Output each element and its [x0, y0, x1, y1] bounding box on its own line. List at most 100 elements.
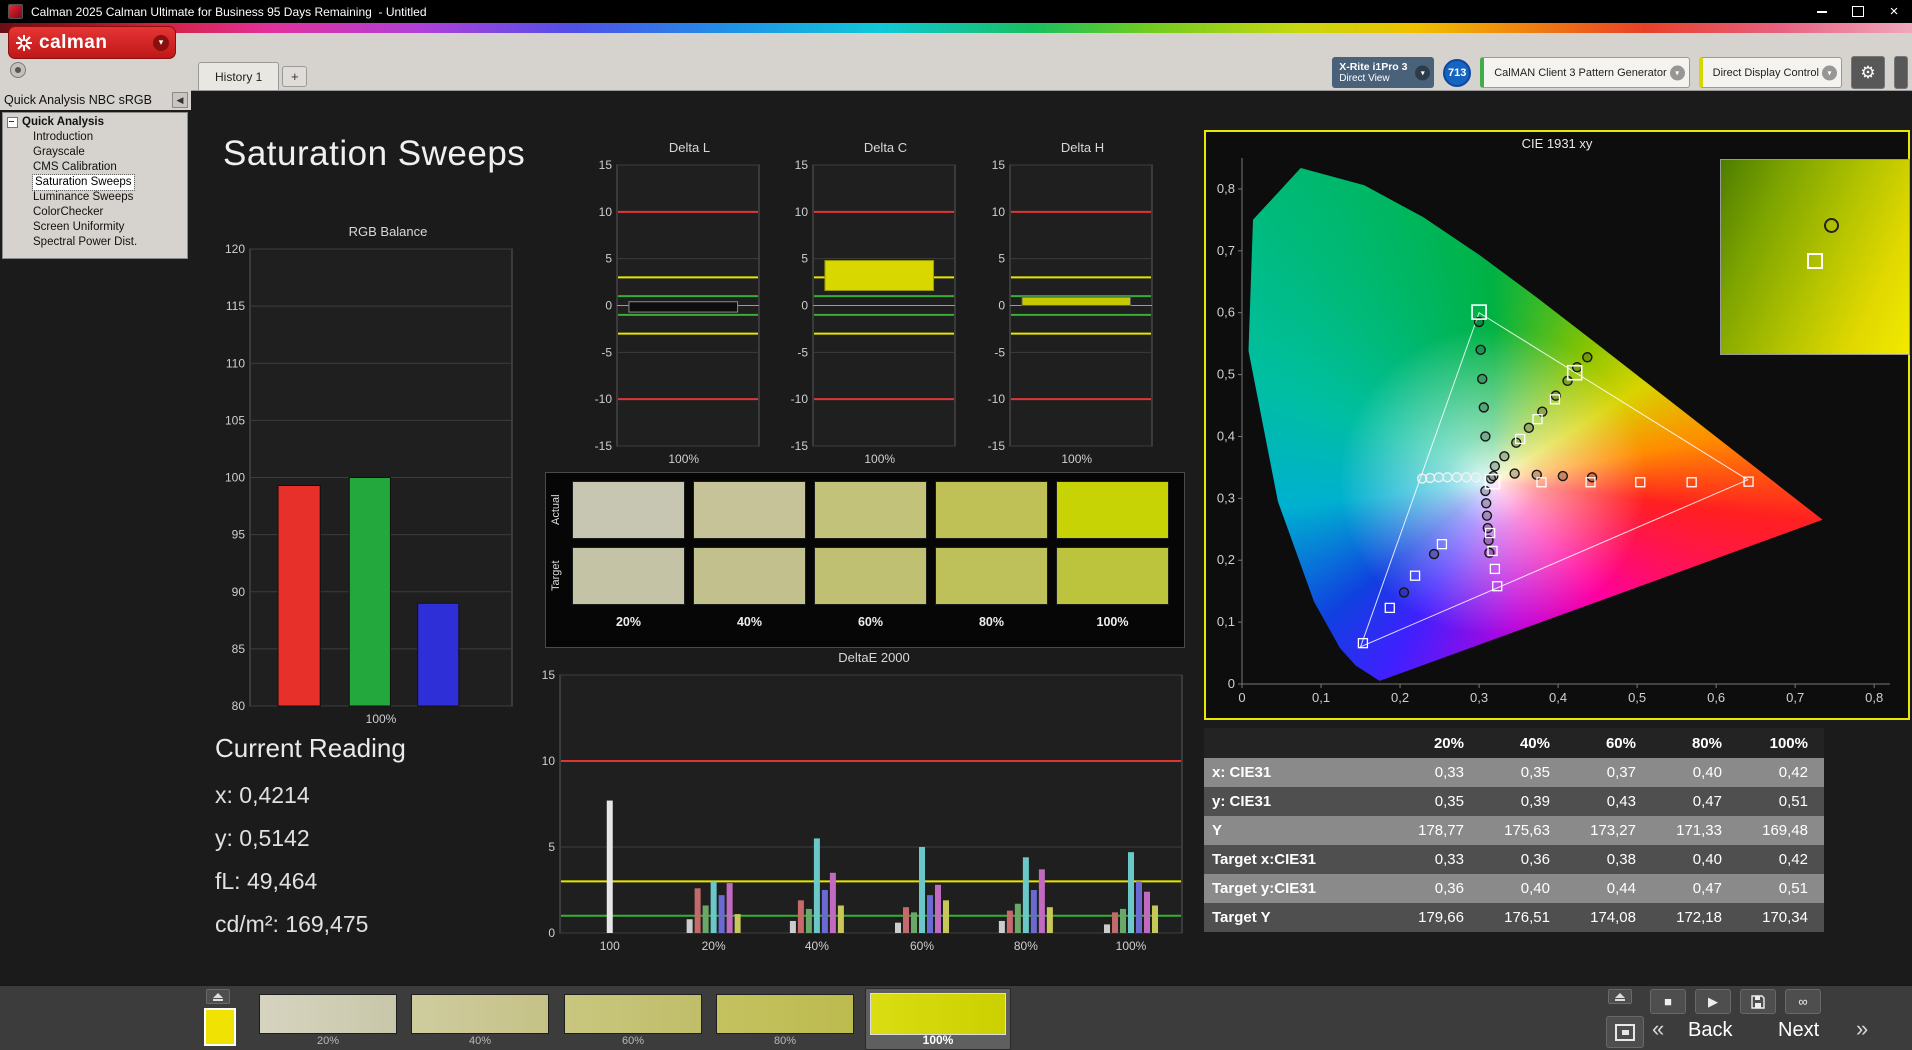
calman-logo-button[interactable]: calman ▾ [8, 26, 176, 59]
svg-text:-5: -5 [994, 345, 1005, 359]
save-button[interactable] [1740, 989, 1776, 1014]
sidebar-item-label: Screen Uniformity [33, 221, 125, 233]
patch-button-40%[interactable]: 40% [407, 992, 553, 1048]
sidebar-item-saturation-sweeps[interactable]: Saturation Sweeps [3, 174, 187, 191]
table-row-label: Target y:CIE31 [1212, 880, 1316, 897]
sidebar-collapse-button[interactable]: ◀ [172, 92, 188, 108]
maximize-icon [1852, 6, 1864, 17]
rgb-balance-chart: RGB Balance 80 85 90 95 100 105 110 115 120 100% [214, 224, 526, 735]
panel-edge-button[interactable] [1894, 56, 1908, 89]
swatch-actual-100% [1056, 481, 1169, 539]
swatch-column-label: 40% [736, 615, 763, 629]
sidebar-item-luminance-sweeps[interactable]: Luminance Sweeps [3, 190, 187, 205]
svg-text:0,3: 0,3 [1470, 690, 1488, 705]
back-arrow-button[interactable]: « [1652, 1016, 1664, 1042]
swatch-row-label-actual: Actual [550, 494, 562, 526]
save-icon [1751, 994, 1765, 1009]
patch-button-100%[interactable]: 100% [865, 988, 1011, 1050]
svg-text:0,6: 0,6 [1217, 305, 1235, 320]
svg-text:100: 100 [225, 471, 245, 485]
sidebar-item-label: Luminance Sweeps [33, 191, 134, 203]
view-options-button[interactable] [10, 62, 26, 78]
patch-button-20%[interactable]: 20% [255, 992, 401, 1048]
meter-reading-badge[interactable]: 713 [1443, 58, 1472, 87]
patch-options-right-button[interactable] [1608, 989, 1632, 1004]
swatch-actual-60% [814, 481, 927, 539]
logo-dropdown-icon[interactable]: ▾ [153, 34, 169, 51]
delta-l-title: Delta L [668, 140, 711, 155]
display-control-label: Direct Display Control [1712, 66, 1819, 79]
svg-text:0,6: 0,6 [1707, 690, 1725, 705]
next-button[interactable]: Next [1778, 1019, 1819, 1042]
stop-icon: ■ [1664, 994, 1672, 1009]
table-row: Target y:CIE31 0,36 0,40 0,44 0,47 0,51 [1204, 874, 1824, 903]
pattern-generator-button[interactable]: CalMAN Client 3 Pattern Generator ▾ [1480, 57, 1690, 88]
maximize-button[interactable] [1840, 0, 1876, 23]
pattern-window-icon [1615, 1023, 1635, 1041]
next-arrow-button[interactable]: » [1856, 1016, 1868, 1042]
tree-root-label: Quick Analysis [22, 116, 105, 128]
sidebar-item-introduction[interactable]: Introduction [3, 130, 187, 145]
settings-button[interactable]: ⚙ [1851, 56, 1885, 89]
meter-dropdown-icon[interactable]: ▾ [1415, 65, 1431, 80]
deltae-2000-title: DeltaE 2000 [838, 650, 910, 665]
close-button[interactable]: × [1876, 0, 1912, 23]
svg-text:115: 115 [226, 299, 245, 313]
stop-button[interactable]: ■ [1650, 989, 1686, 1014]
table-cell: 0,40 [1692, 764, 1722, 781]
pattern-window-button[interactable] [1606, 1016, 1644, 1048]
swatch-column-label: 60% [857, 615, 884, 629]
patch-color [870, 993, 1006, 1035]
svg-text:15: 15 [599, 159, 613, 172]
sidebar-item-colorchecker[interactable]: ColorChecker [3, 205, 187, 220]
current-reading: Current Reading x: 0,4214 y: 0,5142 fL: … [215, 733, 406, 946]
window-controls: × [1804, 0, 1912, 23]
svg-text:15: 15 [795, 159, 809, 172]
saturation-data-table: 20% 40% 60% 80% 100% x: CIE31 0,33 0,35 0,37 0,40… [1204, 728, 1824, 932]
display-control-button[interactable]: Direct Display Control ▾ [1698, 57, 1842, 88]
delta-l-chart: Delta L -15 -10 -5 0 5 10 15 100% [587, 140, 767, 475]
meter-mode: Direct View [1339, 73, 1390, 84]
eject-icon-bar [1615, 998, 1625, 1001]
display-control-dropdown-icon[interactable]: ▾ [1822, 65, 1837, 80]
table-cell: 0,44 [1606, 880, 1636, 897]
meter-device-button[interactable]: X-Rite i1Pro 3 Direct View ▾ [1332, 57, 1435, 88]
table-cell: 0,37 [1606, 764, 1636, 781]
patch-label: 60% [621, 1035, 645, 1047]
link-button[interactable]: ∞ [1785, 989, 1821, 1014]
sidebar-item-screen-uniformity[interactable]: Screen Uniformity [3, 220, 187, 235]
swatch-target-40% [693, 547, 806, 605]
rgb-balance-plot: 80 85 90 95 100 105 110 115 120 100% [225, 242, 513, 726]
table-cell: 0,47 [1692, 880, 1722, 897]
tree-root-quick-analysis[interactable]: Quick Analysis [3, 115, 187, 130]
table-cell: 0,36 [1520, 851, 1550, 868]
patch-button-80%[interactable]: 80% [712, 992, 858, 1048]
sidebar-item-grayscale[interactable]: Grayscale [3, 145, 187, 160]
pattern-generator-dropdown-icon[interactable]: ▾ [1669, 65, 1685, 80]
patch-button-60%[interactable]: 60% [560, 992, 706, 1048]
sidebar-item-cms-calibration[interactable]: CMS Calibration [3, 160, 187, 175]
add-tab-button[interactable]: + [282, 66, 308, 87]
current-patch-indicator[interactable] [204, 1008, 236, 1046]
table-cell: 0,51 [1778, 880, 1808, 897]
table-row: Target x:CIE31 0,33 0,36 0,38 0,40 0,42 [1204, 845, 1824, 874]
patch-label: 40% [468, 1035, 492, 1047]
view-options-icon [15, 67, 21, 73]
patch-options-left-button[interactable] [206, 989, 230, 1004]
back-button[interactable]: Back [1688, 1019, 1732, 1042]
svg-text:-10: -10 [595, 392, 613, 406]
patch-color [411, 994, 549, 1034]
device-toolbar: X-Rite i1Pro 3 Direct View ▾ 713 CalMAN … [1332, 56, 1908, 89]
minimize-icon [1817, 10, 1827, 13]
table-cell: 0,43 [1606, 793, 1636, 810]
toolbar: calman ▾ History 1 + X-Rite i1Pro 3 Dire… [0, 26, 1912, 91]
minimize-button[interactable] [1804, 0, 1840, 23]
sidebar-item-spectral-power-dist[interactable]: Spectral Power Dist. [3, 235, 187, 250]
window-title: Calman 2025 Calman Ultimate for Business… [31, 4, 427, 19]
table-cell: 176,51 [1504, 909, 1550, 926]
delta-c-chart: Delta C -15 -10 -5 0 5 10 15 100% [783, 140, 963, 475]
tree-expander-icon[interactable] [7, 117, 18, 128]
tab-history-1[interactable]: History 1 [198, 62, 280, 90]
table-row: y: CIE31 0,35 0,39 0,43 0,47 0,51 [1204, 787, 1824, 816]
play-button[interactable]: ▶ [1695, 989, 1731, 1014]
